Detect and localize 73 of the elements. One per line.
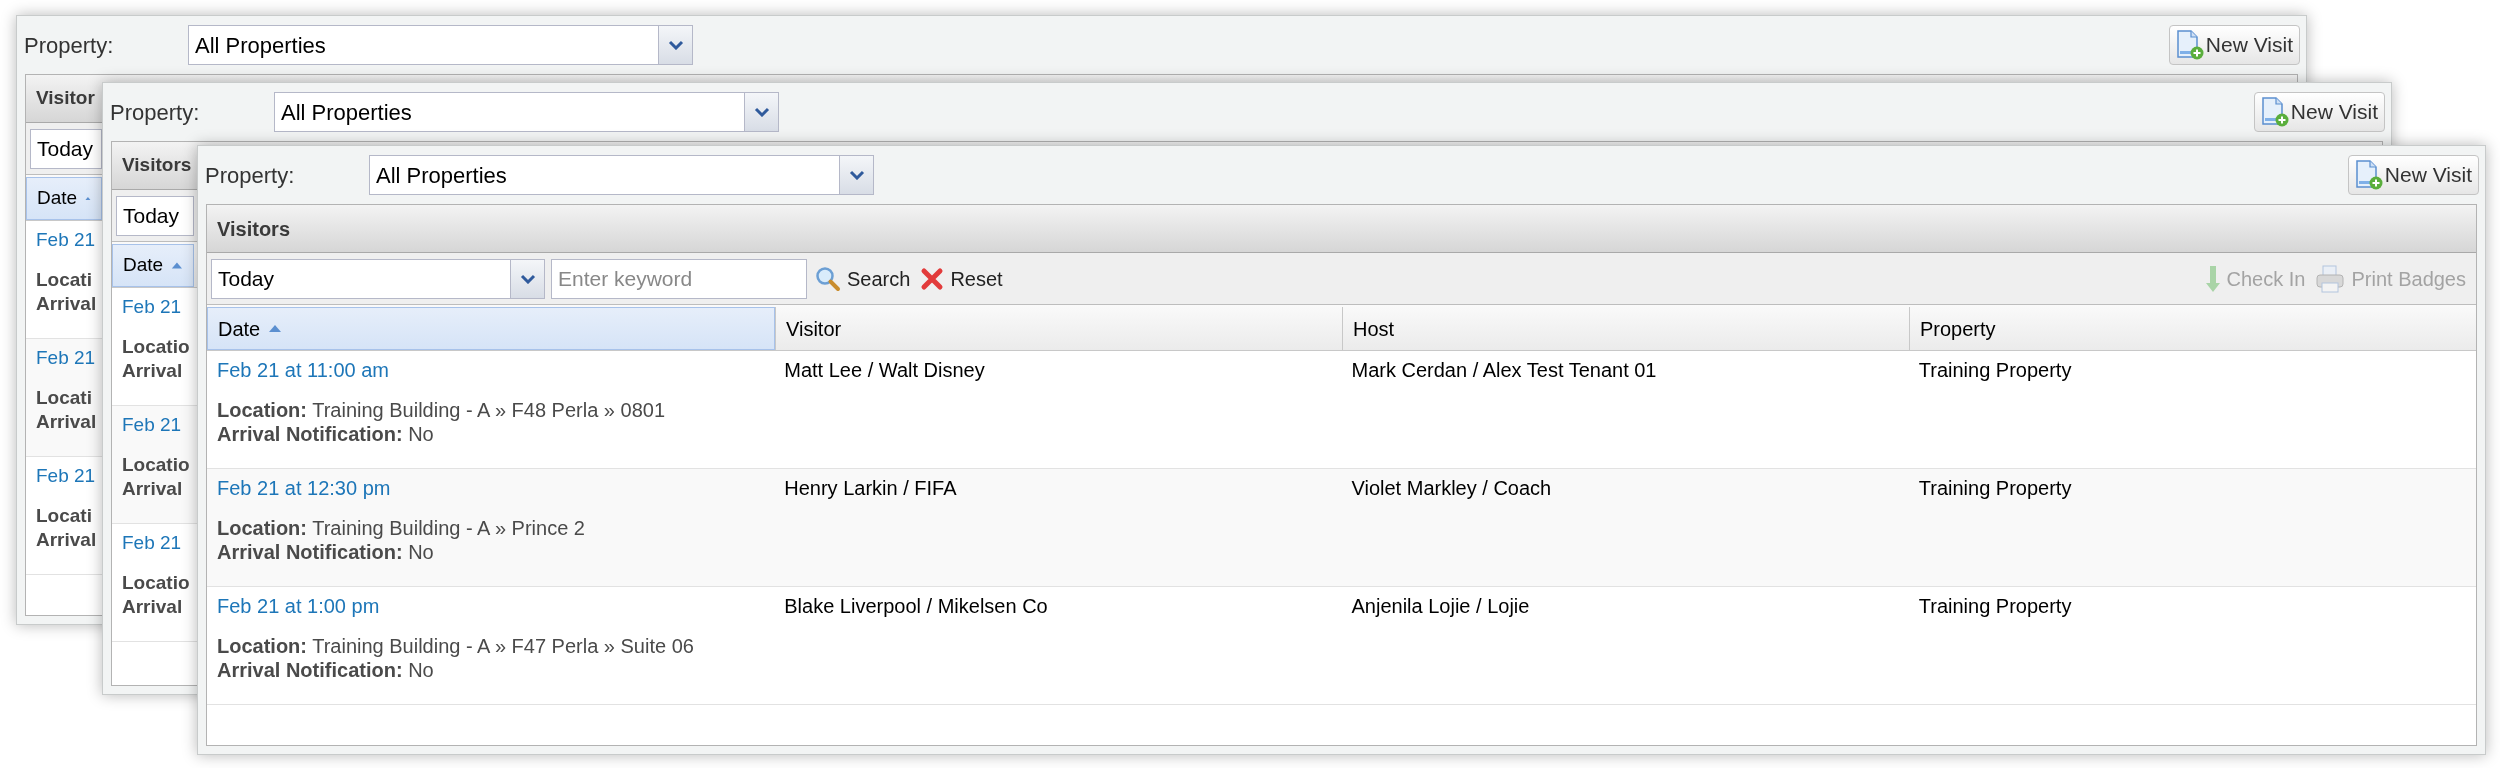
- close-icon: [920, 266, 945, 291]
- location-text: Location: Training Building - A » F48 Perla » 0801: [217, 398, 665, 422]
- period-dropdown[interactable]: Today: [30, 128, 102, 169]
- column-header[interactable]: Visitor: [775, 307, 1342, 350]
- document-plus-icon: [2354, 160, 2383, 190]
- date-link[interactable]: Feb 21: [122, 295, 182, 319]
- date-link[interactable]: Feb 21: [122, 531, 182, 555]
- column-header[interactable]: Date: [207, 307, 775, 350]
- column-header[interactable]: Date: [26, 177, 102, 220]
- chevron-down-icon: [753, 107, 770, 117]
- panel-title: Visitors: [122, 153, 192, 178]
- arrival-text: Arrival: [36, 292, 97, 316]
- table-cell: Training Property: [1918, 359, 2072, 381]
- location-text: Locatio: [122, 335, 190, 359]
- arrival-text: Arrival: [36, 410, 97, 434]
- chevron-down-icon: [667, 40, 684, 50]
- property-dropdown[interactable]: All Properties: [188, 25, 693, 65]
- table-cell: Matt Lee / Walt Disney: [784, 359, 985, 381]
- keyword-field[interactable]: Enter keyword: [551, 258, 807, 299]
- date-link[interactable]: Feb 21: [36, 228, 96, 252]
- table-cell: Training Property: [1918, 477, 2072, 499]
- arrival-text: Arrival: [122, 359, 183, 383]
- down-arrow-icon: [2204, 264, 2221, 293]
- arrival-text: Arrival Notification: No: [217, 658, 434, 682]
- period-dropdown[interactable]: Today: [116, 195, 194, 236]
- period-dropdown[interactable]: Today: [211, 258, 545, 299]
- property-label: Property:: [24, 31, 115, 60]
- date-link[interactable]: Feb 21: [36, 464, 96, 488]
- chevron-down-icon: [519, 273, 536, 284]
- date-link[interactable]: Feb 21 at 12:30 pm: [217, 476, 391, 500]
- search-button[interactable]: Search: [813, 263, 913, 294]
- location-text: Locatio: [122, 571, 190, 595]
- table-cell: Violet Markley / Coach: [1351, 477, 1552, 499]
- location-text: Location: Training Building - A » Prince 2: [217, 516, 585, 540]
- panel-title: Visitors: [217, 216, 290, 242]
- column-header[interactable]: Host: [1342, 307, 1909, 350]
- location-text: Locati: [36, 386, 92, 410]
- property-dropdown[interactable]: All Properties: [369, 155, 874, 195]
- search-icon: [815, 265, 841, 292]
- date-link[interactable]: Feb 21: [122, 413, 182, 437]
- reset-button[interactable]: Reset: [918, 263, 1005, 294]
- chevron-down-icon: [848, 170, 865, 180]
- property-label: Property:: [110, 98, 201, 127]
- table-cell: Mark Cerdan / Alex Test Tenant 01: [1351, 359, 1657, 381]
- table-cell: Blake Liverpool / Mikelsen Co: [784, 595, 1048, 617]
- location-text: Locatio: [122, 453, 190, 477]
- column-header[interactable]: Date: [112, 244, 194, 287]
- panel-title: Visitor: [36, 86, 95, 111]
- sort-arrow-icon: [171, 261, 183, 270]
- location-text: Location: Training Building - A » F47 Perla » Suite 06: [217, 634, 694, 658]
- document-plus-icon: [2175, 30, 2204, 60]
- new-visit-button[interactable]: New Visit: [2168, 25, 2300, 65]
- arrival-text: Arrival Notification: No: [217, 422, 434, 446]
- date-link[interactable]: Feb 21 at 11:00 am: [217, 358, 389, 382]
- new-visit-button[interactable]: New Visit: [2347, 155, 2479, 195]
- document-plus-icon: [2260, 97, 2289, 127]
- date-link[interactable]: Feb 21: [36, 346, 96, 370]
- table-cell: Anjenila Lojie / Lojie: [1351, 595, 1530, 617]
- table-cell: Henry Larkin / FIFA: [784, 477, 957, 499]
- table-cell: Training Property: [1918, 595, 2072, 617]
- arrival-text: Arrival Notification: No: [217, 540, 434, 564]
- property-label: Property:: [205, 161, 296, 190]
- location-text: Locati: [36, 268, 92, 292]
- sort-arrow-icon: [268, 324, 283, 333]
- arrival-text: Arrival: [36, 528, 97, 552]
- column-header[interactable]: Property: [1909, 307, 2476, 350]
- new-visit-button[interactable]: New Visit: [2253, 92, 2385, 132]
- arrival-text: Arrival: [122, 595, 183, 619]
- arrival-text: Arrival: [122, 477, 183, 501]
- location-text: Locati: [36, 504, 92, 528]
- printer-icon: [2315, 264, 2346, 293]
- date-link[interactable]: Feb 21 at 1:00 pm: [217, 594, 380, 618]
- property-dropdown[interactable]: All Properties: [274, 92, 779, 132]
